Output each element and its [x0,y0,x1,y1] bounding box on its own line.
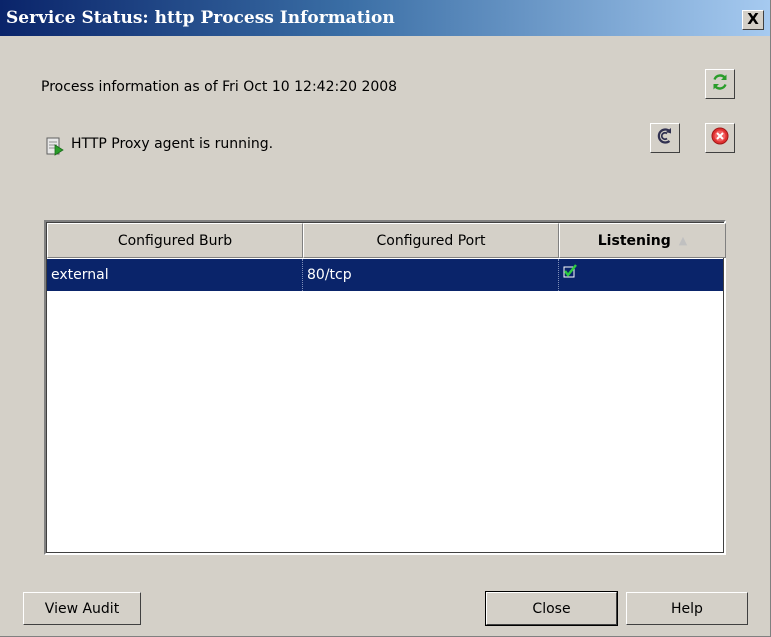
column-header-listening-label: Listening [597,232,671,249]
cell-port: 80/tcp [303,259,559,291]
column-header-configured-port[interactable]: Configured Port [303,223,559,258]
check-icon [563,258,577,290]
cell-burb: external [47,259,303,291]
help-button[interactable]: Help [626,592,748,625]
title-bar: Service Status: http Process Information… [0,0,770,36]
refresh-button[interactable] [705,69,735,99]
restart-button[interactable] [650,123,680,153]
window-title: Service Status: http Process Information [6,8,395,28]
table-header: Configured Burb Configured Port Listenin… [47,223,726,258]
close-button[interactable]: Close [485,591,618,626]
table-row[interactable]: external 80/tcp [47,259,723,291]
cell-listening [559,259,726,291]
window-close-button[interactable]: X [742,10,764,30]
view-audit-button[interactable]: View Audit [23,592,141,625]
column-header-configured-burb[interactable]: Configured Burb [47,223,303,258]
restart-icon [655,126,675,150]
agent-status-text: HTTP Proxy agent is running. [71,136,274,152]
process-timestamp-text: Process information as of Fri Oct 10 12:… [41,79,398,95]
stop-button[interactable] [705,123,735,153]
sort-ascending-icon: ▲ [678,234,688,247]
agent-status-icon [45,135,67,157]
refresh-icon [710,72,730,96]
stop-icon [710,126,730,150]
process-info-dialog: Service Status: http Process Information… [0,0,771,637]
column-header-listening[interactable]: Listening ▲ [559,223,726,258]
process-table: Configured Burb Configured Port Listenin… [44,220,726,555]
